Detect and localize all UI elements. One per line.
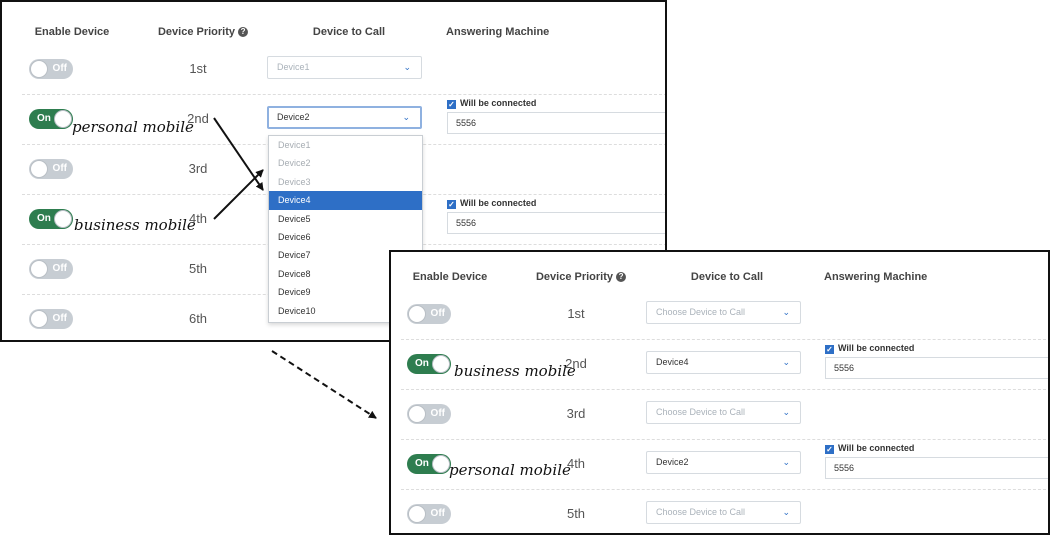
toggle-knob — [30, 60, 48, 78]
enable-toggle-row4[interactable]: On — [29, 209, 73, 229]
annotation-text: business mobile — [74, 216, 196, 234]
priority-label: 5th — [566, 506, 586, 521]
enable-toggle-row1[interactable]: Off — [29, 59, 73, 79]
device-select-row2[interactable]: Device2 ⌄ — [267, 106, 422, 129]
toggle-knob — [408, 405, 426, 423]
toggle-knob — [432, 455, 450, 473]
toggle-knob — [30, 260, 48, 278]
toggle-knob — [54, 210, 72, 228]
answering-machine-input[interactable]: 5556 — [447, 212, 665, 234]
annotation-text: personal mobile — [449, 461, 571, 479]
enable-toggle-row1[interactable]: Off — [407, 304, 451, 324]
header-enable-device: Enable Device — [34, 26, 110, 38]
enable-toggle-row4[interactable]: On — [407, 454, 451, 474]
priority-label: 6th — [188, 311, 208, 326]
header-answering-machine: Answering Machine — [824, 271, 928, 283]
dropdown-option: Device1 — [278, 140, 311, 150]
priority-label: 5th — [188, 261, 208, 276]
answering-machine-input[interactable]: 5556 — [825, 457, 1048, 479]
chevron-down-icon: ⌄ — [403, 62, 411, 72]
dropdown-option: Device3 — [278, 176, 311, 187]
will-be-connected-checkbox[interactable]: ✓ Will be connected — [825, 443, 914, 454]
enable-toggle-row3[interactable]: Off — [29, 159, 73, 179]
enable-toggle-row5[interactable]: Off — [407, 504, 451, 524]
help-icon[interactable]: ? — [238, 27, 249, 38]
annotation-arrow-icon — [271, 350, 377, 419]
toggle-knob — [408, 305, 426, 323]
will-be-connected-checkbox[interactable]: ✓ Will be connected — [447, 98, 536, 109]
dropdown-option[interactable]: Device6 — [269, 228, 422, 246]
chevron-down-icon: ⌄ — [782, 307, 790, 317]
answering-machine-input[interactable]: 5556 — [447, 112, 665, 134]
row-divider — [401, 439, 1048, 440]
header-enable-device: Enable Device — [412, 271, 488, 283]
device-select-row2[interactable]: Device4 ⌄ — [646, 351, 801, 374]
enable-toggle-row3[interactable]: Off — [407, 404, 451, 424]
priority-label: 1st — [567, 306, 585, 321]
priority-label: 4th — [566, 456, 586, 471]
row-divider — [401, 489, 1048, 490]
answering-machine-input[interactable]: 5556 — [825, 357, 1048, 379]
header-device-to-call: Device to Call — [312, 26, 386, 38]
device-select-row1[interactable]: Choose Device to Call ⌄ — [646, 301, 801, 324]
checkbox-checked-icon: ✓ — [447, 200, 456, 209]
annotation-text: personal mobile — [72, 118, 194, 136]
header-device-to-call: Device to Call — [690, 271, 764, 283]
header-device-priority: Device Priority? — [536, 271, 627, 283]
help-icon[interactable]: ? — [616, 272, 627, 283]
will-be-connected-checkbox[interactable]: ✓ Will be connected — [447, 198, 536, 209]
toggle-knob — [408, 505, 426, 523]
header-device-priority: Device Priority? — [158, 26, 249, 38]
device-select-row4[interactable]: Device2 ⌄ — [646, 451, 801, 474]
after-panel: Enable Device Device Priority? Device to… — [389, 250, 1050, 535]
enable-toggle-row6[interactable]: Off — [29, 309, 73, 329]
will-be-connected-checkbox[interactable]: ✓ Will be connected — [825, 343, 914, 354]
priority-label: 3rd — [566, 406, 586, 421]
dropdown-option[interactable]: Device5 — [269, 210, 422, 228]
priority-label: 3rd — [188, 161, 208, 176]
priority-label: 2nd — [565, 356, 587, 371]
priority-label: 2nd — [187, 111, 209, 126]
row-divider — [401, 389, 1048, 390]
row-divider — [22, 94, 665, 95]
enable-toggle-row2[interactable]: On — [29, 109, 73, 129]
checkbox-checked-icon: ✓ — [825, 345, 834, 354]
toggle-knob — [30, 310, 48, 328]
checkbox-checked-icon: ✓ — [825, 445, 834, 454]
priority-label: 1st — [189, 61, 207, 76]
chevron-down-icon: ⌄ — [782, 357, 790, 367]
toggle-knob — [432, 355, 450, 373]
dropdown-option-highlighted[interactable]: Device4 — [269, 191, 422, 210]
toggle-knob — [30, 160, 48, 178]
device-select-row1[interactable]: Device1 ⌄ — [267, 56, 422, 79]
chevron-down-icon: ⌄ — [402, 112, 410, 122]
dropdown-option: Device2 — [278, 158, 311, 169]
priority-label: 4th — [188, 211, 208, 226]
enable-toggle-row2[interactable]: On — [407, 354, 451, 374]
toggle-knob — [54, 110, 72, 128]
annotation-text: business mobile — [454, 362, 576, 380]
device-select-row3[interactable]: Choose Device to Call ⌄ — [646, 401, 801, 424]
chevron-down-icon: ⌄ — [782, 457, 790, 467]
chevron-down-icon: ⌄ — [782, 407, 790, 417]
device-select-row5[interactable]: Choose Device to Call ⌄ — [646, 501, 801, 524]
checkbox-checked-icon: ✓ — [447, 100, 456, 109]
header-answering-machine: Answering Machine — [446, 26, 550, 38]
enable-toggle-row5[interactable]: Off — [29, 259, 73, 279]
chevron-down-icon: ⌄ — [782, 507, 790, 517]
row-divider — [401, 339, 1048, 340]
